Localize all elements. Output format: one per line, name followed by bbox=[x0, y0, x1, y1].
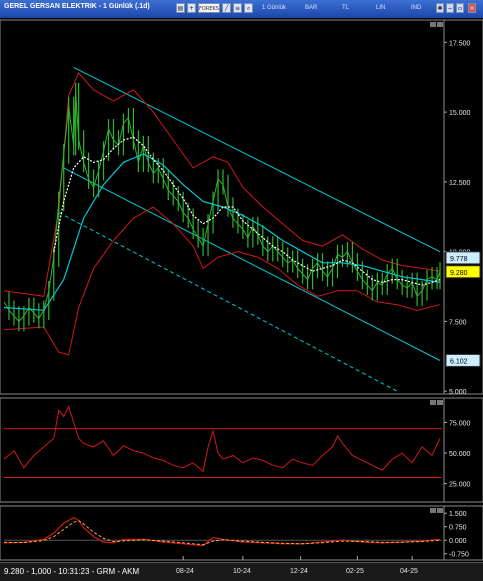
rsi-pane bbox=[0, 397, 483, 503]
x-tick-label: 10-24 bbox=[233, 568, 251, 575]
y-tick-label: 5.000 bbox=[449, 389, 467, 396]
y-tick-label: 15.000 bbox=[449, 110, 471, 117]
x-tick-label: 08-24 bbox=[176, 568, 194, 575]
x-tick-label: 12-24 bbox=[290, 568, 308, 575]
osc-pane-menu-icon bbox=[430, 508, 436, 513]
rsi-tick-label: 25.000 bbox=[449, 482, 471, 489]
main-pane-menu-icon bbox=[430, 22, 436, 27]
osc-tick-label: 1.500 bbox=[449, 511, 467, 518]
price-tag-label: 6.102 bbox=[450, 358, 468, 365]
price-tag-label: 9.280 bbox=[450, 270, 468, 277]
osc-tick-label: -0.750 bbox=[449, 552, 469, 559]
chart-area[interactable]: 17.50015.00012.50010.0007.5005.0009.7789… bbox=[0, 0, 483, 562]
price-tag-label: 9.778 bbox=[450, 256, 468, 263]
y-tick-label: 7.500 bbox=[449, 319, 467, 326]
status-text: 9.280 - 1,000 - 10:31:23 - GRM - AKM bbox=[4, 567, 140, 576]
x-tick-label: 02-25 bbox=[346, 568, 364, 575]
main-pane-close-icon bbox=[437, 22, 443, 27]
rsi-pane-close-icon bbox=[437, 400, 443, 405]
osc-tick-label: 0.750 bbox=[449, 525, 467, 532]
x-tick-label: 04-25 bbox=[400, 568, 418, 575]
osc-pane-close-icon bbox=[437, 508, 443, 513]
rsi-pane-menu-icon bbox=[430, 400, 436, 405]
rsi-tick-label: 75.000 bbox=[449, 420, 471, 427]
rsi-tick-label: 50.000 bbox=[449, 451, 471, 458]
status-bar: 9.280 - 1,000 - 10:31:23 - GRM - AKM 08-… bbox=[0, 562, 483, 581]
y-tick-label: 17.500 bbox=[449, 40, 471, 47]
osc-tick-label: 0.000 bbox=[449, 538, 467, 545]
y-tick-label: 12.500 bbox=[449, 180, 471, 187]
osc-pane bbox=[0, 505, 483, 561]
